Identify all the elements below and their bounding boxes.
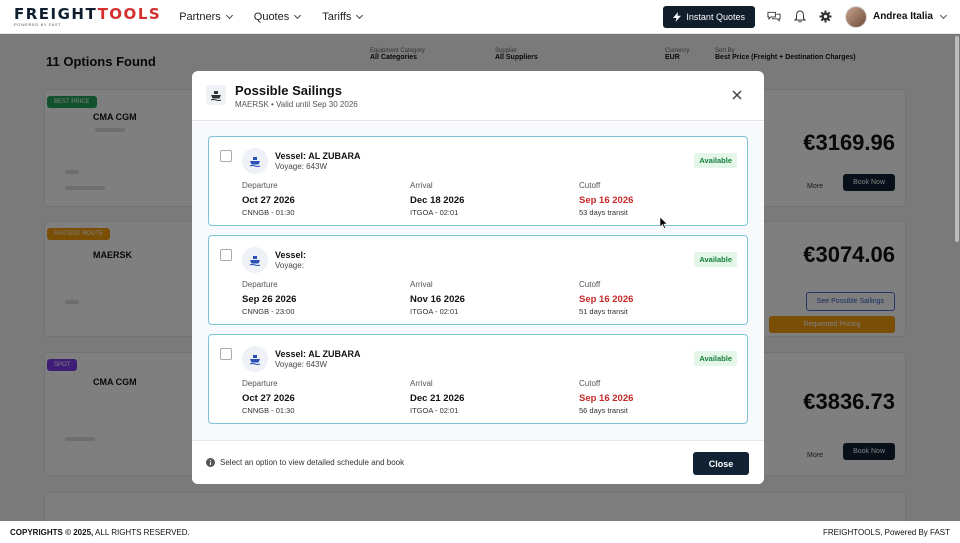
vessel-name: Vessel: bbox=[275, 250, 307, 260]
bell-icon[interactable] bbox=[793, 10, 807, 24]
voyage-number: Voyage: 643W bbox=[275, 162, 328, 171]
chat-icon[interactable] bbox=[767, 10, 781, 24]
departure-info: Departure Sep 26 2026 CNNGB - 23:00 bbox=[242, 280, 297, 316]
close-icon[interactable] bbox=[730, 88, 744, 102]
mouse-cursor-icon bbox=[660, 217, 668, 229]
ship-icon bbox=[242, 148, 268, 174]
sailings-list[interactable]: Vessel: AL ZUBARA Voyage: 643W Available… bbox=[192, 122, 764, 440]
freightools-logo[interactable]: FREIGHTTOOLS POWERED BY FAST bbox=[14, 6, 161, 27]
status-badge: Available bbox=[694, 252, 737, 267]
chevron-down-icon bbox=[294, 11, 302, 19]
possible-sailings-modal: Possible Sailings MAERSK • Valid until S… bbox=[192, 71, 764, 484]
sailing-option[interactable]: Vessel: AL ZUBARA Voyage: 643W Available… bbox=[208, 136, 748, 226]
modal-title: Possible Sailings bbox=[235, 83, 342, 98]
departure-info: Departure Oct 27 2026 CNNGB - 01:30 bbox=[242, 379, 295, 415]
ship-icon bbox=[242, 346, 268, 372]
nav-quotes[interactable]: Quotes bbox=[254, 11, 302, 23]
lightning-icon bbox=[673, 11, 682, 22]
voyage-number: Voyage: 643W bbox=[275, 360, 328, 369]
cutoff-info: Cutoff Sep 16 2026 51 days transit bbox=[579, 280, 634, 316]
ship-icon bbox=[206, 85, 226, 105]
avatar bbox=[844, 5, 867, 28]
status-badge: Available bbox=[694, 153, 737, 168]
footer-brand: FREIGHTOOLS, Powered By FAST bbox=[823, 527, 950, 537]
gear-icon[interactable] bbox=[819, 10, 833, 24]
vessel-name: Vessel: AL ZUBARA bbox=[275, 349, 361, 359]
voyage-number: Voyage: bbox=[275, 261, 304, 270]
top-navbar: FREIGHTTOOLS POWERED BY FAST Partners Qu… bbox=[0, 0, 960, 34]
arrival-info: Arrival Dec 18 2026 ITGOA - 02:01 bbox=[410, 181, 465, 217]
sailing-checkbox[interactable] bbox=[220, 249, 232, 261]
sailing-checkbox[interactable] bbox=[220, 348, 232, 360]
info-icon bbox=[206, 458, 215, 467]
arrival-info: Arrival Nov 16 2026 ITGOA - 02:01 bbox=[410, 280, 465, 316]
status-badge: Available bbox=[694, 351, 737, 366]
page-footer: COPYRIGHTS © 2025, ALL RIGHTS RESERVED. … bbox=[0, 521, 960, 543]
sailing-option[interactable]: Vessel: AL ZUBARA Voyage: 643W Available… bbox=[208, 334, 748, 424]
sailing-option[interactable]: Vessel: Voyage: Available Departure Sep … bbox=[208, 235, 748, 325]
modal-subtitle: MAERSK • Valid until Sep 30 2026 bbox=[235, 100, 358, 109]
page-scrollbar[interactable] bbox=[955, 36, 959, 242]
ship-icon bbox=[242, 247, 268, 273]
arrival-info: Arrival Dec 21 2026 ITGOA - 02:01 bbox=[410, 379, 465, 415]
chevron-down-icon bbox=[225, 11, 233, 19]
chevron-down-icon bbox=[939, 11, 948, 19]
cutoff-info: Cutoff Sep 16 2026 53 days transit bbox=[579, 181, 634, 217]
departure-info: Departure Oct 27 2026 CNNGB - 01:30 bbox=[242, 181, 295, 217]
nav-partners[interactable]: Partners bbox=[179, 11, 233, 23]
close-button[interactable]: Close bbox=[693, 452, 749, 475]
user-menu[interactable]: Andrea Italia bbox=[844, 5, 948, 28]
vessel-name: Vessel: AL ZUBARA bbox=[275, 151, 361, 161]
info-hint: Select an option to view detailed schedu… bbox=[206, 458, 404, 467]
cutoff-info: Cutoff Sep 16 2026 56 days transit bbox=[579, 379, 634, 415]
sailing-checkbox[interactable] bbox=[220, 150, 232, 162]
instant-quotes-button[interactable]: Instant Quotes bbox=[663, 5, 755, 28]
nav-tariffs[interactable]: Tariffs bbox=[322, 11, 364, 23]
copyright-text: COPYRIGHTS © 2025, ALL RIGHTS RESERVED. bbox=[10, 527, 190, 537]
chevron-down-icon bbox=[356, 11, 364, 19]
